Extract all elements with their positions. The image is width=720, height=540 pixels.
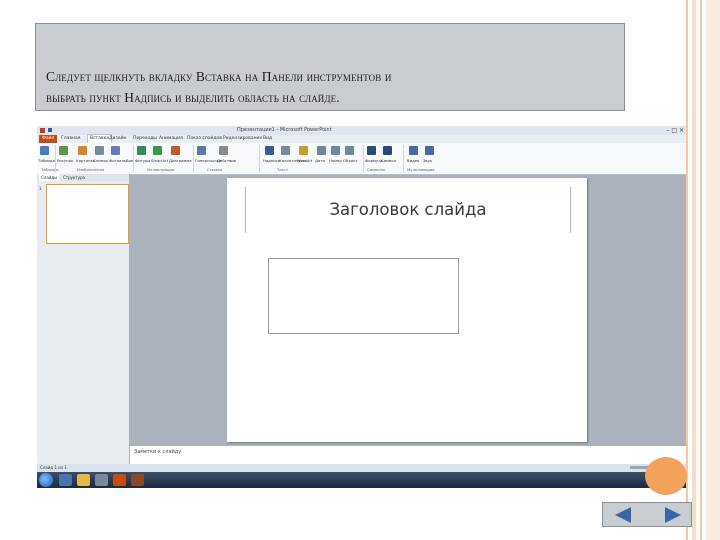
header-footer-icon[interactable] — [281, 146, 290, 155]
tab-6[interactable]: Показ слайдов — [187, 135, 222, 143]
wordart-icon[interactable] — [299, 146, 308, 155]
decorative-circle — [645, 457, 687, 495]
table-icon[interactable] — [40, 146, 49, 155]
status-bar: Слайд 1 из 1 — [37, 464, 686, 472]
instruction-line-2: выбрать пункт Надпись и выделить область… — [46, 90, 340, 105]
powerpoint-screenshot: Презентация1 - Microsoft PowerPoint – □ … — [37, 126, 686, 488]
shapes-icon[interactable] — [137, 146, 146, 155]
tab-7[interactable]: Рецензирование — [223, 135, 262, 143]
window-title: Презентация1 - Microsoft PowerPoint — [237, 127, 332, 133]
ribbon-button-label[interactable]: Надпись — [263, 158, 280, 163]
ribbon-button-label[interactable]: Объект — [343, 158, 358, 163]
title-placeholder-text: Заголовок слайда — [329, 200, 487, 219]
ie-icon[interactable] — [59, 474, 72, 486]
ribbon-button-label[interactable]: Диаграмма — [169, 158, 192, 163]
tab-5[interactable]: Анимация — [159, 135, 183, 143]
audio-icon[interactable] — [425, 146, 434, 155]
ribbon-button-label[interactable]: Звук — [423, 158, 432, 163]
ribbon-group-label: Изображения — [77, 167, 105, 172]
instruction-line-1: Следует щелкнуть вкладку Вставка на Пане… — [46, 69, 392, 84]
ribbon-button-label[interactable]: Рисунок — [57, 158, 73, 163]
tab-outline[interactable]: Структура — [63, 174, 85, 181]
tab-8[interactable]: Вид — [263, 135, 272, 143]
instruction-box: Следует щелкнуть вкладку Вставка на Пане… — [35, 23, 625, 111]
clipart-icon[interactable] — [78, 146, 87, 155]
save-icon[interactable] — [48, 128, 52, 132]
textbox-icon[interactable] — [265, 146, 274, 155]
slide-number: 1 — [39, 186, 42, 191]
stripe — [686, 0, 688, 540]
app-icon — [40, 128, 45, 133]
ribbon-group-label: Ссылки — [207, 167, 222, 172]
symbol-icon[interactable] — [383, 146, 392, 155]
ribbon-separator — [55, 145, 56, 172]
ribbon-button-label[interactable]: SmartArt — [151, 158, 168, 163]
notes-placeholder: Заметки к слайду — [134, 449, 182, 455]
equation-icon[interactable] — [367, 146, 376, 155]
tab-0[interactable]: Файл — [39, 135, 58, 143]
window-titlebar: Презентация1 - Microsoft PowerPoint – □ … — [37, 126, 686, 135]
ribbon-button-label[interactable]: Действие — [217, 158, 236, 163]
object-icon[interactable] — [345, 146, 354, 155]
stripe — [692, 0, 696, 540]
slide-canvas[interactable]: Заголовок слайда — [227, 178, 587, 442]
app-icon[interactable] — [131, 474, 144, 486]
smartart-icon[interactable] — [153, 146, 162, 155]
ribbon-button-label[interactable]: Дата — [315, 158, 325, 163]
ribbon-button-label[interactable]: Фотоальбом — [109, 158, 134, 163]
chart-icon[interactable] — [171, 146, 180, 155]
windows-taskbar: 12:00 01.01.2013 — [37, 472, 686, 488]
right-decorative-stripes — [686, 0, 720, 540]
ribbon-button-label[interactable]: Символ — [381, 158, 396, 163]
ribbon-button-label[interactable]: Снимок — [93, 158, 108, 163]
ribbon: Таблица Рисунок Картинка Снимок Фотоальбом Фи… — [37, 143, 686, 175]
triangle-right-icon[interactable] — [665, 507, 681, 523]
tab-4[interactable]: Переходы — [133, 135, 157, 143]
slides-pane: Слайды Структура 1 — [37, 174, 130, 464]
ribbon-separator — [193, 145, 194, 172]
ribbon-button-label[interactable]: Видео — [407, 158, 419, 163]
ribbon-button-label[interactable]: Таблица — [38, 158, 55, 163]
video-icon[interactable] — [409, 146, 418, 155]
tab-slides[interactable]: Слайды — [39, 174, 60, 181]
folder-icon[interactable] — [77, 474, 90, 486]
ribbon-group-label: Текст — [277, 167, 289, 172]
ribbon-separator — [259, 145, 260, 172]
tab-3[interactable]: Дизайн — [109, 135, 126, 143]
ribbon-separator — [133, 145, 134, 172]
status-text: Слайд 1 из 1 — [40, 465, 67, 470]
stripe — [706, 0, 720, 540]
powerpoint-icon[interactable] — [113, 474, 126, 486]
title-placeholder[interactable]: Заголовок слайда — [245, 187, 571, 233]
stripe — [700, 0, 702, 540]
slides-pane-tabs: Слайды Структура — [37, 174, 129, 181]
screenshot-icon[interactable] — [95, 146, 104, 155]
ribbon-group-label: Мультимедиа — [407, 167, 435, 172]
notes-pane[interactable]: Заметки к слайду — [130, 445, 686, 465]
album-icon[interactable] — [111, 146, 120, 155]
ribbon-button-label[interactable]: Номер — [329, 158, 342, 163]
ribbon-separator — [363, 145, 364, 172]
ribbon-group-label: Символы — [367, 167, 385, 172]
picture-icon[interactable] — [59, 146, 68, 155]
ribbon-separator — [403, 145, 404, 172]
instruction-text: Следует щелкнуть вкладку Вставка на Пане… — [46, 66, 614, 108]
date-icon[interactable] — [317, 146, 326, 155]
action-icon[interactable] — [219, 146, 228, 155]
drawn-textbox[interactable] — [268, 258, 459, 334]
start-button-icon[interactable] — [39, 473, 53, 487]
slide-navigation — [602, 502, 692, 527]
ribbon-tabs: Файл Главная Вставка Дизайн Переходы Анимация… — [37, 134, 686, 143]
tab-1[interactable]: Главная — [61, 135, 80, 143]
slide-thumbnail[interactable] — [46, 184, 129, 244]
number-icon[interactable] — [331, 146, 340, 155]
hyperlink-icon[interactable] — [197, 146, 206, 155]
ribbon-group-label: Иллюстрации — [147, 167, 175, 172]
ribbon-button-label[interactable]: Фигуры — [135, 158, 150, 163]
ribbon-button-label[interactable]: WordArt — [297, 158, 312, 163]
media-icon[interactable] — [95, 474, 108, 486]
window-controls[interactable]: – □ × — [666, 127, 684, 134]
triangle-left-icon[interactable] — [615, 507, 631, 523]
